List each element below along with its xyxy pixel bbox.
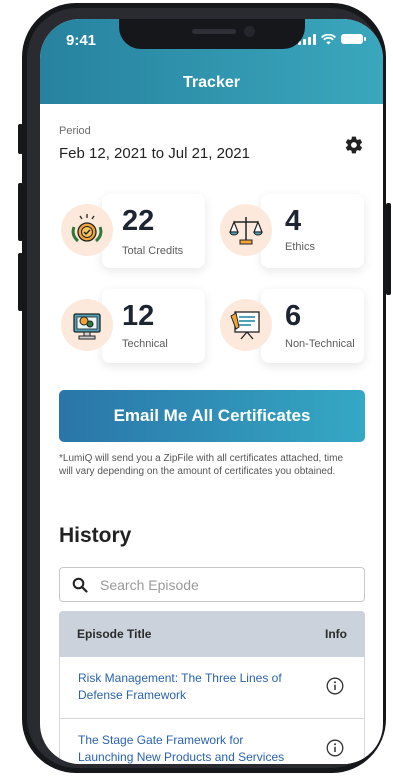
ethics-value: 4 [285,205,302,237]
technical-value: 12 [122,300,155,332]
stat-card-non-technical [261,289,364,363]
speaker-grill [192,29,236,34]
computer-icon [61,299,113,351]
gear-icon[interactable] [344,135,364,155]
stat-card-ethics [261,194,364,268]
email-certificates-button[interactable]: Email Me All Certificates [59,390,365,442]
device-notch [119,19,305,49]
table-row[interactable]: The Stage Gate Framework for Launching N… [59,719,365,764]
status-time: 9:41 [66,32,97,49]
total-credits-value: 22 [122,205,155,237]
email-note: *LumiQ will send you a ZipFile with all … [59,453,344,477]
page-title: Tracker [183,74,240,91]
search-box [59,567,365,602]
non-technical-value: 6 [285,300,302,332]
info-icon[interactable] [326,739,344,757]
search-input[interactable] [98,575,342,594]
front-camera [244,26,255,37]
mute-switch [18,124,23,154]
technical-label: Technical [122,338,168,350]
battery-icon [341,34,366,44]
info-icon[interactable] [326,677,344,695]
status-icons [298,33,366,45]
column-header-title: Episode Title [77,627,152,641]
column-header-info: Info [325,627,347,641]
ethics-label: Ethics [285,241,315,253]
total-credits-label: Total Credits [122,245,184,257]
table-row[interactable]: Risk Management: The Three Lines of Defe… [59,657,365,719]
wifi-icon [321,33,336,44]
presentation-icon [220,299,272,351]
period-value: Feb 12, 2021 to Jul 21, 2021 [59,145,250,162]
history-heading: History [59,524,132,547]
volume-up-button [18,183,23,241]
power-button [386,203,391,295]
search-icon [72,577,88,593]
non-technical-label: Non-Technical [285,338,355,350]
history-table: Episode Title Info Risk Management: The … [59,611,365,764]
scales-icon [220,204,272,256]
episode-title-link[interactable]: Risk Management: The Three Lines of Defe… [78,670,298,704]
app-screen: 9:41 Tracker Period Feb 12, 2021 to Jul … [40,19,383,764]
volume-down-button [18,253,23,311]
badge-icon [61,204,113,256]
episode-title-link[interactable]: The Stage Gate Framework for Launching N… [78,732,298,764]
period-label: Period [59,125,91,137]
table-header: Episode Title Info [59,611,365,657]
